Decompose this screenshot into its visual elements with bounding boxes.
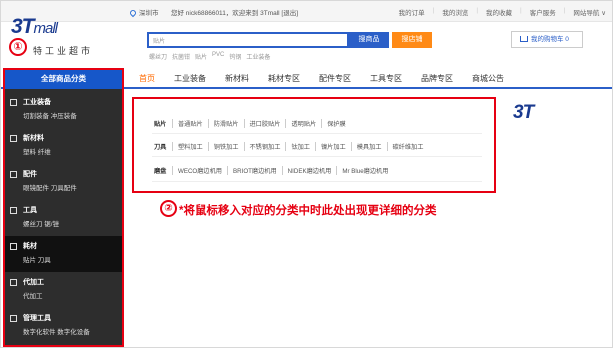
logo-mark: 3Tmall [11, 15, 58, 38]
link-my-history[interactable]: 我的浏览 [442, 7, 468, 17]
search-shops-button[interactable]: 搜店铺 [392, 32, 432, 48]
nav-announcements[interactable]: 商城公告 [472, 73, 504, 84]
nav-home[interactable]: 首页 [139, 73, 155, 84]
top-links: 我的订单 | 我的浏览 | 我的收藏 | 客户服务 | 网站导航 ∨ [398, 7, 606, 17]
link-customer-service[interactable]: 客户服务 [530, 7, 556, 17]
nav-brands[interactable]: 品牌专区 [421, 73, 453, 84]
search-products-button[interactable]: 搜商品 [349, 32, 389, 48]
flyout-item[interactable]: 透明贴片 [285, 119, 321, 128]
flyout-item[interactable]: NIDEK磨边机用 [281, 166, 337, 175]
site-logo[interactable]: 3Tmall 特工业超市 [11, 15, 121, 56]
flyout-item[interactable]: 碳纤维加工 [386, 142, 429, 151]
page: 深圳市 您好 nick68866011，欢迎来到 3Tmall [退出] 我的订… [0, 0, 613, 348]
flyout-item[interactable]: 防滑贴片 [207, 119, 244, 128]
divider [152, 156, 482, 157]
flyout-item[interactable]: 普通贴片 [172, 119, 208, 128]
link-my-favorites[interactable]: 我的收藏 [486, 7, 512, 17]
link-site-nav[interactable]: 网站导航 ∨ [573, 7, 606, 17]
flyout-item[interactable]: 进口胶贴片 [243, 119, 286, 128]
flyout-item[interactable]: 钛加工 [285, 142, 315, 151]
step-2-marker: ② [160, 200, 177, 217]
location-pin-icon [128, 8, 138, 18]
nav-tools[interactable]: 工具专区 [370, 73, 402, 84]
hot-word[interactable]: 钨钢 [229, 52, 241, 61]
flyout-row: 磨盘 WECO磨边机用 BRIOT磨边机用 NIDEK磨边机用 Mr Blue磨… [154, 166, 393, 175]
logo-subtitle: 特工业超市 [33, 46, 94, 56]
instruction-tip: *将鼠标移入对应的分类中时此处出现更详细的分类 [179, 205, 437, 217]
flyout-row: 刀具 塑料加工 铜铁加工 不锈钢加工 钛加工 镍片加工 模具加工 碳纤维加工 [154, 142, 428, 151]
flyout-item[interactable]: BRIOT磨边机用 [227, 166, 282, 175]
category-flyout: 贴片 普通贴片 防滑贴片 进口胶贴片 透明贴片 保护膜 刀具 塑料加工 铜铁加工… [132, 97, 496, 193]
search-input[interactable]: 贴片 [147, 32, 349, 48]
step-1-marker: ① [9, 38, 27, 56]
link-my-orders[interactable]: 我的订单 [399, 7, 425, 17]
hot-words: 螺丝刀 抗菌钳 贴片 PVC 钨钢 工业装备 [149, 52, 270, 61]
hot-word[interactable]: 工业装备 [246, 52, 270, 61]
location-selector[interactable]: 深圳市 [128, 7, 159, 18]
flyout-item[interactable]: 保护膜 [321, 119, 351, 128]
cart-button[interactable]: 我的购物车 0 [511, 31, 583, 48]
brand-ad-logo[interactable]: 3T [513, 102, 534, 124]
nav-industrial-equipment[interactable]: 工业装备 [174, 73, 206, 84]
flyout-item[interactable]: 塑料加工 [172, 142, 208, 151]
flyout-item[interactable]: 模具加工 [350, 142, 387, 151]
hot-word[interactable]: 螺丝刀 [149, 52, 167, 61]
nav-new-materials[interactable]: 新材料 [225, 73, 249, 84]
nav-accessories[interactable]: 配件专区 [319, 73, 351, 84]
flyout-item[interactable]: Mr Blue磨边机用 [336, 166, 393, 175]
divider [152, 133, 482, 134]
location-label: 深圳市 [139, 10, 159, 17]
sidebar-highlight-frame [3, 68, 124, 347]
flyout-item[interactable]: WECO磨边机用 [172, 166, 227, 175]
flyout-row: 贴片 普通贴片 防滑贴片 进口胶贴片 透明贴片 保护膜 [154, 119, 351, 128]
divider [152, 181, 482, 182]
hot-word[interactable]: PVC [212, 52, 224, 61]
hot-word[interactable]: 抗菌钳 [172, 52, 190, 61]
flyout-item[interactable]: 镍片加工 [315, 142, 351, 151]
welcome-text: 您好 nick68866011，欢迎来到 3Tmall [退出] [171, 10, 299, 17]
hot-word[interactable]: 贴片 [195, 52, 207, 61]
nav-consumables[interactable]: 耗材专区 [268, 73, 300, 84]
cart-icon [520, 36, 528, 42]
flyout-item[interactable]: 不锈钢加工 [243, 142, 286, 151]
flyout-item[interactable]: 铜铁加工 [207, 142, 244, 151]
nav-items: 首页 工业装备 新材料 耗材专区 配件专区 工具专区 品牌专区 商城公告 [139, 73, 523, 84]
